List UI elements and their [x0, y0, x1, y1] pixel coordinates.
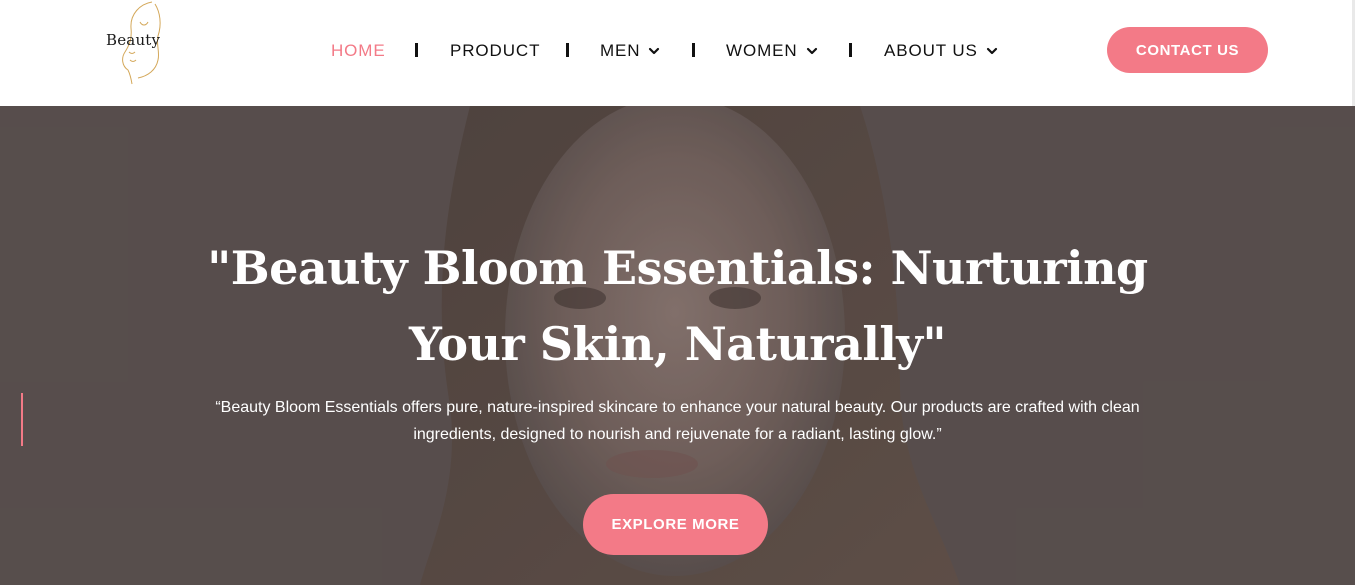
nav-item-label: PRODUCT — [450, 41, 541, 60]
nav-item-label: WOMEN — [726, 41, 798, 60]
nav-item-label: ABOUT US — [884, 41, 978, 60]
brand-logo[interactable]: Beauty — [100, 0, 172, 90]
chevron-down-icon — [649, 47, 660, 55]
chevron-down-icon — [986, 47, 997, 55]
nav-item-about-us[interactable]: ABOUT US — [884, 39, 998, 63]
nav-separator — [415, 43, 418, 57]
explore-more-button[interactable]: EXPLORE MORE — [583, 494, 768, 555]
side-accent-line — [21, 393, 23, 446]
chevron-down-icon — [806, 47, 817, 55]
nav-item-home[interactable]: HOME — [331, 39, 386, 63]
nav-separator — [692, 43, 695, 57]
hero-description: “Beauty Bloom Essentials offers pure, na… — [215, 399, 1140, 443]
hero-title: "Beauty Bloom Essentials: Nurturing Your… — [207, 241, 1148, 371]
nav-item-men[interactable]: MEN — [600, 39, 660, 63]
contact-us-button[interactable]: CONTACT US — [1107, 27, 1268, 73]
site-header: Beauty HOME PRODUCT MEN WOMEN ABOUT US C… — [0, 0, 1355, 106]
nav-item-women[interactable]: WOMEN — [726, 39, 818, 63]
nav-separator — [566, 43, 569, 57]
nav-item-product[interactable]: PRODUCT — [450, 39, 540, 63]
nav-item-label: MEN — [600, 41, 641, 60]
hero-section: "Beauty Bloom Essentials: Nurturing Your… — [0, 106, 1355, 585]
brand-logo-text: Beauty — [106, 31, 161, 49]
nav-separator — [849, 43, 852, 57]
nav-item-label: HOME — [331, 41, 386, 60]
